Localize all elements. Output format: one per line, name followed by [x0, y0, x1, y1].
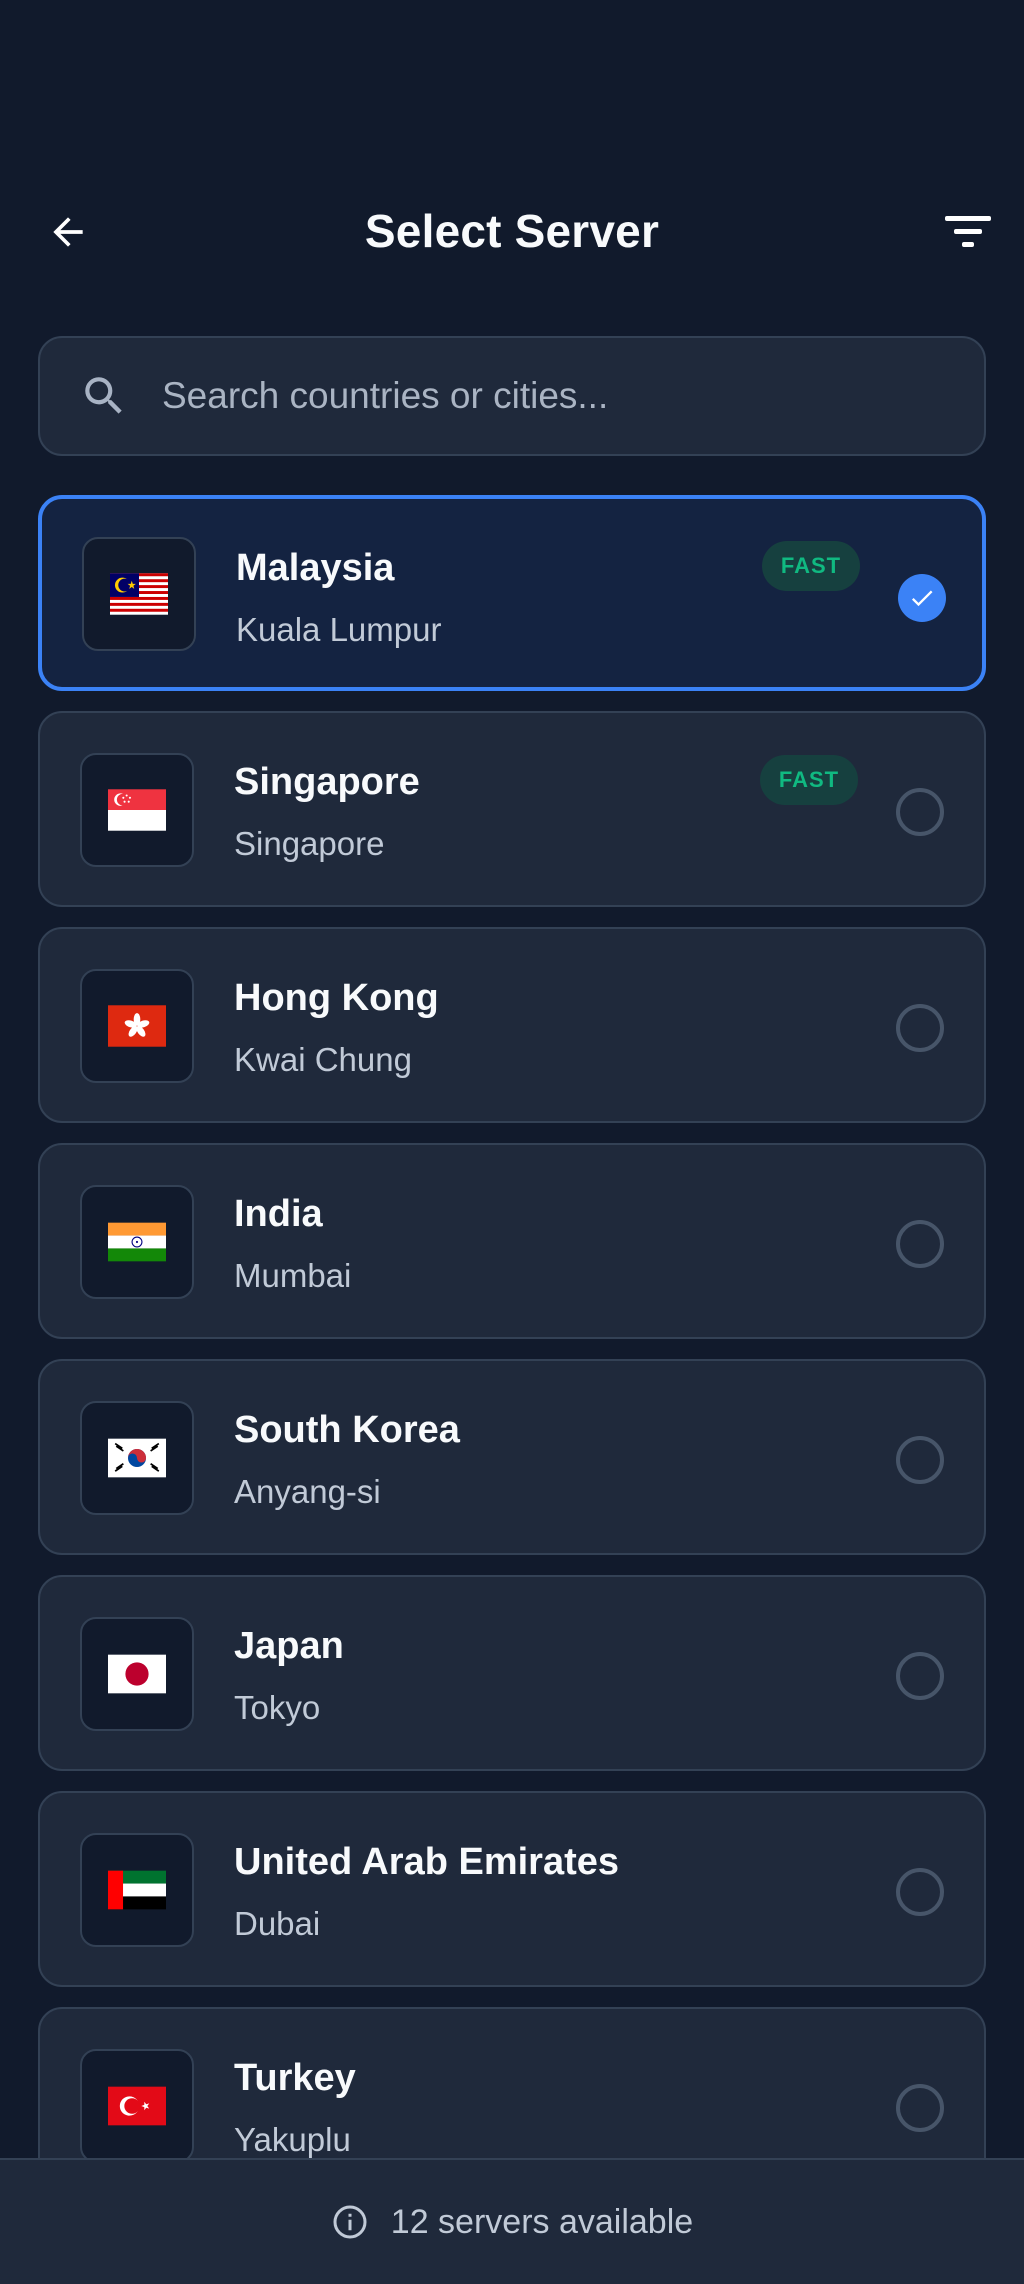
server-country: Malaysia: [236, 547, 395, 589]
server-country: Japan: [234, 1625, 344, 1667]
server-city: Yakuplu: [234, 2121, 351, 2158]
server-item-india[interactable]: India Mumbai: [38, 1143, 986, 1339]
server-country: India: [234, 1193, 323, 1235]
fast-badge: FAST: [760, 755, 858, 805]
server-city: Kuala Lumpur: [236, 611, 442, 648]
search-icon: [76, 368, 132, 424]
check-icon: [911, 590, 933, 607]
server-city: Kwai Chung: [234, 1041, 412, 1078]
server-list: Malaysia Kuala Lumpur FAST Singapore Sin…: [38, 495, 986, 2158]
singapore-flag-icon: [80, 753, 194, 867]
server-radio[interactable]: [896, 1436, 944, 1484]
server-item-singapore[interactable]: Singapore Singapore FAST: [38, 711, 986, 907]
uae-flag-icon: [80, 1833, 194, 1947]
south-korea-flag-icon: [80, 1401, 194, 1515]
filter-icon: [945, 216, 991, 247]
fast-badge: FAST: [762, 541, 860, 591]
server-item-uae[interactable]: United Arab Emirates Dubai: [38, 1791, 986, 1987]
server-city: Anyang-si: [234, 1473, 381, 1510]
server-item-malaysia[interactable]: Malaysia Kuala Lumpur FAST: [38, 495, 986, 691]
info-icon: [331, 2203, 369, 2241]
app-root: Select Server Search countries or cities…: [0, 0, 1024, 2284]
page-title: Select Server: [364, 205, 660, 257]
search-bar[interactable]: [38, 336, 986, 456]
server-item-turkey[interactable]: Turkey Yakuplu: [38, 2007, 986, 2158]
server-radio[interactable]: [896, 788, 944, 836]
server-radio[interactable]: [896, 2084, 944, 2132]
hong-kong-flag-icon: [80, 969, 194, 1083]
server-item-south-korea[interactable]: South Korea Anyang-si: [38, 1359, 986, 1555]
footer-status: 12 servers available: [0, 2158, 1024, 2284]
server-radio[interactable]: [896, 1868, 944, 1916]
server-item-japan[interactable]: Japan Tokyo: [38, 1575, 986, 1771]
server-country: Hong Kong: [234, 977, 439, 1019]
search-input[interactable]: [162, 356, 984, 436]
server-country: Singapore: [234, 761, 420, 803]
server-radio[interactable]: [896, 1652, 944, 1700]
server-country: South Korea: [234, 1409, 460, 1451]
japan-flag-icon: [80, 1617, 194, 1731]
header: Select Server: [0, 190, 1024, 270]
selected-radio[interactable]: [898, 574, 946, 622]
server-radio[interactable]: [896, 1004, 944, 1052]
server-city: Singapore: [234, 825, 385, 862]
server-country: Turkey: [234, 2057, 356, 2099]
servers-count: 12 servers available: [390, 2202, 694, 2241]
server-city: Tokyo: [234, 1689, 321, 1726]
server-city: Dubai: [234, 1905, 321, 1942]
india-flag-icon: [80, 1185, 194, 1299]
malaysia-flag-icon: [82, 537, 196, 651]
turkey-flag-icon: [80, 2049, 194, 2158]
server-radio[interactable]: [896, 1220, 944, 1268]
server-country: United Arab Emirates: [234, 1841, 620, 1883]
filter-button[interactable]: [940, 208, 996, 256]
server-city: Mumbai: [234, 1257, 352, 1294]
server-item-hong-kong[interactable]: Hong Kong Kwai Chung: [38, 927, 986, 1123]
